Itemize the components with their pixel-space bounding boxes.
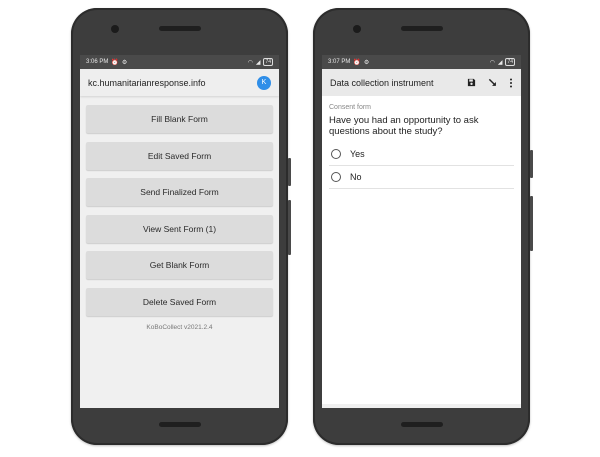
settings-icon: ⚙ bbox=[121, 59, 128, 66]
earpiece-speaker bbox=[158, 26, 201, 31]
signal-icon: ◢ bbox=[255, 59, 261, 66]
battery-icon: 74 bbox=[263, 58, 273, 66]
option-no[interactable]: No bbox=[329, 166, 514, 189]
status-time: 3:07 PM bbox=[328, 59, 351, 65]
alarm-icon: ⏰ bbox=[111, 59, 119, 66]
app-bar: Data collection instrument bbox=[322, 69, 521, 96]
fill-blank-form-button[interactable]: Fill Blank Form bbox=[86, 105, 273, 133]
question-text: Have you had an opportunity to ask quest… bbox=[329, 115, 479, 137]
status-time: 3:06 PM bbox=[86, 59, 109, 65]
front-camera bbox=[353, 25, 361, 33]
jump-icon[interactable] bbox=[488, 78, 497, 87]
delete-saved-form-button[interactable]: Delete Saved Form bbox=[86, 287, 273, 316]
save-icon[interactable] bbox=[467, 78, 476, 87]
phone-left: 3:06 PM ⏰ ⚙ ◠ ◢ 74 kc.humanitarianrespon… bbox=[71, 8, 291, 445]
screen-left: 3:06 PM ⏰ ⚙ ◠ ◢ 74 kc.humanitarianrespon… bbox=[80, 55, 279, 408]
edit-saved-form-button[interactable]: Edit Saved Form bbox=[86, 141, 273, 170]
wifi-icon: ◠ bbox=[489, 59, 495, 66]
app-bar: kc.humanitarianresponse.info K bbox=[80, 69, 279, 96]
power-button bbox=[288, 158, 291, 186]
battery-level: 74 bbox=[265, 59, 271, 65]
radio-button[interactable] bbox=[331, 149, 341, 159]
group-label: Consent form bbox=[329, 104, 372, 111]
earpiece-speaker bbox=[400, 26, 443, 31]
view-sent-form-button[interactable]: View Sent Form (1) bbox=[86, 214, 273, 243]
send-finalized-form-button[interactable]: Send Finalized Form bbox=[86, 178, 273, 206]
option-label: Yes bbox=[350, 149, 365, 159]
status-bar: 3:07 PM ⏰ ⚙ ◠ ◢ 74 bbox=[322, 55, 521, 69]
app-version: KoBoCollect v2021.2.4 bbox=[146, 324, 213, 331]
option-yes[interactable]: Yes bbox=[329, 143, 514, 166]
battery-icon: 74 bbox=[505, 58, 515, 66]
status-bar: 3:06 PM ⏰ ⚙ ◠ ◢ 74 bbox=[80, 55, 279, 69]
bottom-speaker bbox=[400, 422, 443, 427]
bottom-speaker bbox=[158, 422, 201, 427]
wifi-icon: ◠ bbox=[247, 59, 253, 66]
phone-right: 3:07 PM ⏰ ⚙ ◠ ◢ 74 Data collection instr… bbox=[313, 8, 533, 445]
battery-level: 74 bbox=[507, 59, 513, 65]
signal-icon: ◢ bbox=[497, 59, 503, 66]
front-camera bbox=[111, 25, 119, 33]
avatar-letter: K bbox=[261, 79, 267, 86]
question-content: Consent form Have you had an opportunity… bbox=[322, 96, 521, 404]
alarm-icon: ⏰ bbox=[353, 59, 361, 66]
option-label: No bbox=[350, 172, 362, 182]
main-menu: Fill Blank Form Edit Saved Form Send Fin… bbox=[80, 96, 279, 331]
form-title: Data collection instrument bbox=[330, 77, 434, 88]
settings-icon: ⚙ bbox=[363, 59, 370, 66]
get-blank-form-button[interactable]: Get Blank Form bbox=[86, 251, 273, 279]
screen-right: 3:07 PM ⏰ ⚙ ◠ ◢ 74 Data collection instr… bbox=[322, 55, 521, 408]
volume-button bbox=[288, 200, 291, 255]
server-title: kc.humanitarianresponse.info bbox=[88, 77, 206, 88]
radio-button[interactable] bbox=[331, 172, 341, 182]
account-avatar[interactable]: K bbox=[257, 75, 271, 90]
more-icon[interactable] bbox=[509, 78, 513, 88]
volume-button bbox=[530, 196, 533, 251]
power-button bbox=[530, 150, 533, 178]
